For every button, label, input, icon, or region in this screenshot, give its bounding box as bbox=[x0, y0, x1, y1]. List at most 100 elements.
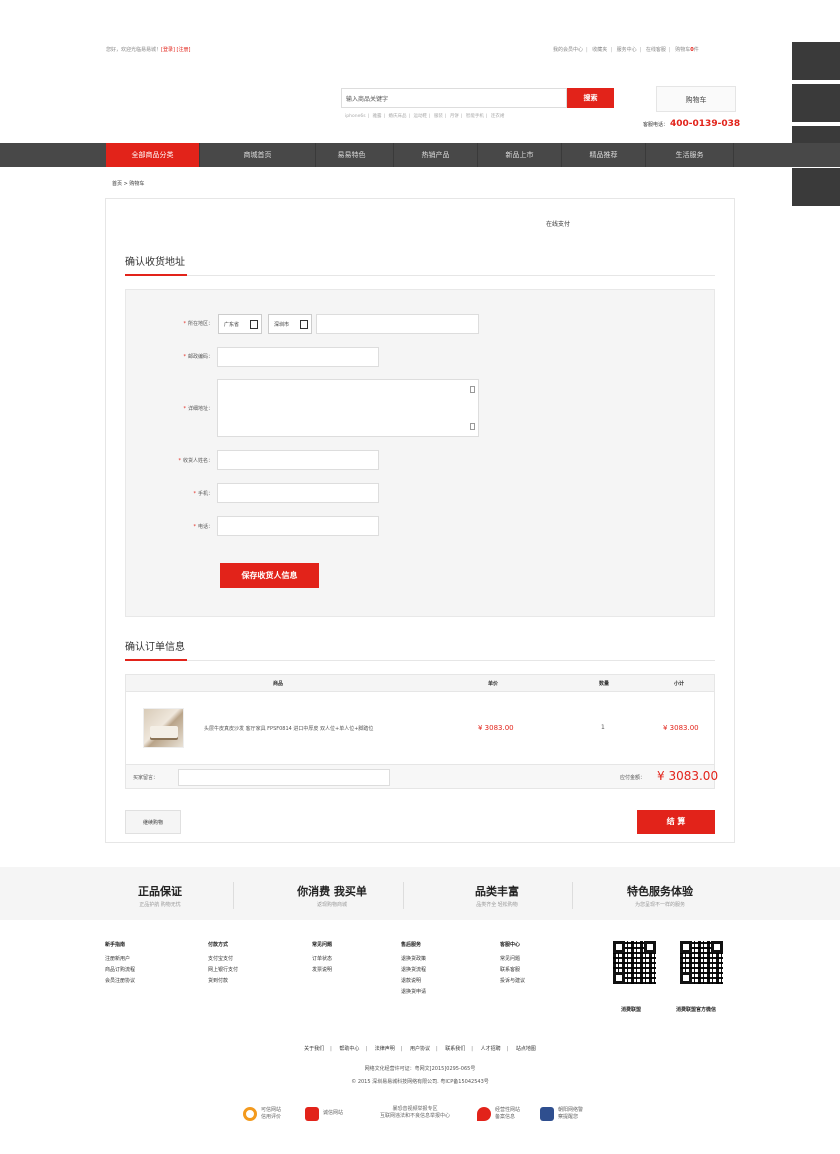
save-address-button[interactable]: 保存收货人信息 bbox=[220, 563, 319, 588]
band-divider bbox=[572, 882, 573, 909]
integrity-site-icon bbox=[305, 1107, 319, 1121]
district-input[interactable] bbox=[316, 314, 479, 334]
checkout-button[interactable]: 结 算 bbox=[637, 810, 715, 834]
footer-link[interactable]: 退换货申请 bbox=[401, 989, 426, 995]
side-toolbar-button-1[interactable] bbox=[792, 42, 840, 82]
guarantee-authentic: 正品保证 正品护航 购物无忧 bbox=[138, 885, 182, 908]
phone-label: * 电话： bbox=[193, 524, 213, 530]
zip-input[interactable] bbox=[217, 347, 379, 367]
footer-about-link[interactable]: 关于我们 bbox=[304, 1046, 324, 1052]
breadcrumb: 首页 > 购物车 bbox=[112, 181, 145, 187]
col-price: 单价 bbox=[488, 681, 499, 687]
footer-link[interactable]: 注册新用户 bbox=[105, 956, 130, 962]
hot-keywords: iphone6s | 雅露 | 婚庆床品 | 运动鞋 | 服装 | 月饼 | 智能手机 | 连… bbox=[345, 114, 505, 119]
qr-code-image bbox=[612, 940, 657, 985]
nav-new-arrivals[interactable]: 新品上市 bbox=[478, 143, 562, 167]
side-toolbar-button-2[interactable] bbox=[792, 84, 840, 124]
footer-link[interactable]: 支付宝支付 bbox=[208, 956, 233, 962]
hotword[interactable]: 智能手机 bbox=[466, 114, 484, 119]
buyer-message-label: 买家留言： bbox=[133, 775, 159, 781]
hotword[interactable]: 运动鞋 bbox=[413, 114, 427, 119]
member-center-link[interactable]: 我的会员中心 bbox=[553, 47, 583, 53]
side-toolbar-button-4[interactable] bbox=[792, 168, 840, 208]
mobile-label: * 手机： bbox=[193, 491, 213, 497]
order-title-underline bbox=[125, 659, 715, 661]
phone-input[interactable] bbox=[217, 516, 379, 536]
mobile-input[interactable] bbox=[217, 483, 379, 503]
hotword[interactable]: 婚庆床品 bbox=[388, 114, 406, 119]
buyer-message-input[interactable] bbox=[178, 769, 390, 786]
footer-link[interactable]: 会员注册协议 bbox=[105, 978, 135, 984]
footer-legal-link[interactable]: 法律声明 bbox=[375, 1046, 395, 1052]
footer-jobs-link[interactable]: 人才招聘 bbox=[481, 1046, 501, 1052]
qr-caption: 消费联盟官方微信 bbox=[676, 1007, 717, 1013]
footer-link[interactable]: 退款说明 bbox=[401, 978, 421, 984]
footer-link[interactable]: 货到付款 bbox=[208, 978, 228, 984]
favorites-link[interactable]: 收藏夹 bbox=[592, 47, 607, 53]
detail-address-label: * 详细地址： bbox=[183, 406, 213, 412]
product-name[interactable]: 头层牛皮真皮沙发 客厅家具 FPSF0814 进口中厚皮 双人位+单人位+脚踏位 bbox=[204, 725, 373, 732]
nav-features[interactable]: 易易特色 bbox=[310, 143, 394, 167]
city-select[interactable]: 深圳市 bbox=[268, 314, 312, 334]
copyright-text: © 2015 深圳易易城科技网络有限公司. 粤ICP备15042543号 bbox=[351, 1079, 489, 1085]
nav-recommended[interactable]: 精品推荐 bbox=[562, 143, 646, 167]
footer-col-aftersales: 售后服务 退换货政策 退换货流程 退款说明 退换货申请 bbox=[401, 942, 427, 995]
license-text: 网络文化经营许可证：粤网文[2015]0295-065号 bbox=[364, 1066, 476, 1072]
search-input[interactable]: 输入商品关键字 bbox=[341, 88, 567, 108]
qr-code-image bbox=[679, 940, 724, 985]
hotword[interactable]: 雅露 bbox=[373, 114, 382, 119]
detail-address-textarea[interactable] bbox=[217, 379, 479, 437]
footer-link[interactable]: 退换货流程 bbox=[401, 967, 426, 973]
footer-contact-link[interactable]: 联系我们 bbox=[445, 1046, 465, 1052]
report-center-badge[interactable]: 暴恐音视频举报专区 互联网违法和不良信息举报中心 bbox=[368, 1106, 462, 1123]
product-image[interactable] bbox=[143, 708, 184, 748]
chevron-down-icon bbox=[250, 320, 258, 329]
nav-all-categories[interactable]: 全部商品分类 bbox=[106, 143, 200, 167]
hotword[interactable]: 连衣裙 bbox=[491, 114, 505, 119]
scroll-down-icon[interactable] bbox=[470, 423, 475, 430]
address-section-title: 确认收货地址 bbox=[125, 257, 185, 268]
footer-terms-link[interactable]: 用户协议 bbox=[410, 1046, 430, 1052]
footer-link[interactable]: 商品订购流程 bbox=[105, 967, 135, 973]
payment-method[interactable]: 在线支付 bbox=[546, 219, 570, 228]
hotword[interactable]: 服装 bbox=[434, 114, 443, 119]
top-bar: 您好，欢迎光临易易城！[登录] [注册] 我的会员中心 | 收藏夹 | 服务中心 | … bbox=[0, 44, 840, 56]
footer-link[interactable]: 退换货政策 bbox=[401, 956, 426, 962]
guarantee-cashback: 你消费 我买单 返现购物商城 bbox=[297, 885, 367, 908]
top-cart-link[interactable]: 购物车0件 bbox=[675, 47, 699, 53]
province-select[interactable]: 广东省 bbox=[218, 314, 262, 334]
top-links: 我的会员中心 | 收藏夹 | 服务中心 | 在线客服 | 购物车0件 bbox=[553, 47, 699, 53]
online-service-link[interactable]: 在线客服 bbox=[646, 47, 666, 53]
guarantee-variety: 品类丰富 品类齐全 轻松购物 bbox=[475, 885, 519, 908]
footer-link[interactable]: 订单状态 bbox=[312, 956, 332, 962]
scroll-up-icon[interactable] bbox=[470, 386, 475, 393]
band-divider bbox=[403, 882, 404, 909]
footer-link[interactable]: 常见问题 bbox=[500, 956, 520, 962]
hotword[interactable]: 月饼 bbox=[450, 114, 459, 119]
login-link[interactable]: [登录] bbox=[161, 47, 175, 53]
footer-link[interactable]: 网上银行支付 bbox=[208, 967, 238, 973]
register-link[interactable]: [注册] bbox=[177, 47, 191, 53]
col-product: 商品 bbox=[273, 681, 284, 687]
cart-button[interactable]: 购物车 bbox=[656, 86, 736, 112]
receiver-name-input[interactable] bbox=[217, 450, 379, 470]
footer-link[interactable]: 投诉与建议 bbox=[500, 978, 525, 984]
chevron-down-icon bbox=[300, 320, 308, 329]
total-label: 应付金额： bbox=[620, 775, 646, 781]
nav-hot-products[interactable]: 热销产品 bbox=[394, 143, 478, 167]
search-button[interactable]: 搜索 bbox=[567, 88, 614, 108]
footer-link[interactable]: 联系客服 bbox=[500, 967, 520, 973]
footer-link[interactable]: 发票说明 bbox=[312, 967, 332, 973]
total-amount: ¥ 3083.00 bbox=[657, 769, 719, 783]
continue-shopping-button[interactable]: 继续购物 bbox=[125, 810, 181, 834]
service-center-link[interactable]: 服务中心 bbox=[617, 47, 637, 53]
nav-life-services[interactable]: 生活服务 bbox=[646, 143, 734, 167]
service-hotline: 客服电话： 400-0139-038 bbox=[643, 119, 740, 129]
address-form bbox=[125, 289, 715, 617]
footer-help-link[interactable]: 帮助中心 bbox=[339, 1046, 359, 1052]
hotword[interactable]: iphone6s bbox=[345, 114, 366, 119]
footer-sitemap-link[interactable]: 站点地图 bbox=[516, 1046, 536, 1052]
order-table-header: 商品 单价 数量 小计 bbox=[125, 674, 715, 692]
order-section-title: 确认订单信息 bbox=[125, 642, 185, 653]
nav-home[interactable]: 商城首页 bbox=[200, 143, 316, 167]
